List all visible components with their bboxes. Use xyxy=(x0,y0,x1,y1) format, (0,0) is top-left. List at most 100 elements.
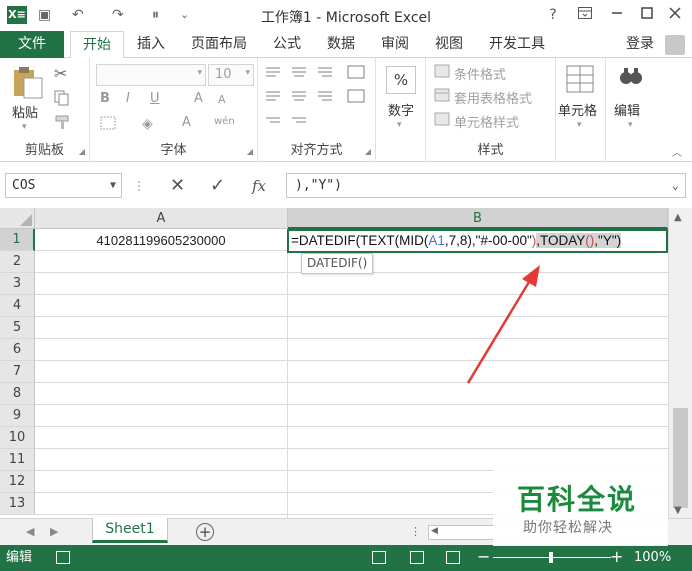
row-gridline xyxy=(35,404,668,405)
scroll-thumb[interactable] xyxy=(673,408,688,508)
cells-dropdown-icon[interactable]: ▾ xyxy=(577,120,582,130)
tab-page-layout[interactable]: 页面布局 xyxy=(183,31,255,58)
fill-color-icon[interactable]: ◈ xyxy=(142,116,153,132)
format-as-table-icon[interactable] xyxy=(434,88,450,106)
alignment-buttons-icon[interactable] xyxy=(264,64,370,132)
number-dropdown-icon[interactable]: ▾ xyxy=(397,120,402,130)
shrink-font-button[interactable]: A xyxy=(218,93,226,106)
vertical-scrollbar[interactable]: ▲ ▼ xyxy=(668,208,692,518)
grow-font-button[interactable]: A xyxy=(194,91,203,106)
row-header-8[interactable]: 8 xyxy=(0,383,35,405)
minimize-icon[interactable] xyxy=(606,5,628,25)
row-header-2[interactable]: 2 xyxy=(0,251,35,273)
page-break-preview-icon[interactable] xyxy=(446,551,460,564)
select-all-button[interactable] xyxy=(0,208,35,229)
font-name-select[interactable]: ▾ xyxy=(96,64,206,86)
bold-button[interactable]: B xyxy=(100,91,110,106)
tab-file[interactable]: 文件 xyxy=(0,31,64,58)
function-tooltip[interactable]: DATEDIF() xyxy=(301,253,374,274)
cut-icon[interactable]: ✂ xyxy=(54,64,67,83)
tab-review[interactable]: 审阅 xyxy=(374,31,416,58)
normal-view-icon[interactable] xyxy=(372,551,386,564)
cell-b1-editing[interactable]: =DATEDIF(TEXT(MID(A1,7,8),"#-00-00"),TOD… xyxy=(287,229,668,253)
tab-view[interactable]: 视图 xyxy=(428,31,470,58)
row-header-12[interactable]: 12 xyxy=(0,471,35,493)
paste-icon[interactable] xyxy=(12,66,44,99)
font-launcher-icon[interactable]: ◢ xyxy=(247,147,253,156)
scroll-up-icon[interactable]: ▲ xyxy=(674,212,682,223)
tab-data[interactable]: 数据 xyxy=(320,31,362,58)
underline-button[interactable]: U xyxy=(150,91,160,106)
sheet-tab-sheet1[interactable]: Sheet1 xyxy=(92,518,168,543)
expand-formula-bar-icon[interactable]: ⌄ xyxy=(672,174,679,197)
zoom-out-button[interactable]: − xyxy=(477,547,490,566)
borders-icon[interactable] xyxy=(100,116,116,134)
previous-sheet-icon[interactable]: ◀ xyxy=(26,525,34,538)
help-icon[interactable]: ? xyxy=(542,5,564,25)
column-header-a[interactable]: A xyxy=(35,208,288,229)
tab-formulas[interactable]: 公式 xyxy=(266,31,308,58)
cell-a1[interactable]: 410281199605230000 xyxy=(35,230,287,252)
font-size-select[interactable]: 10 ▾ xyxy=(208,64,254,86)
number-format-icon[interactable]: % xyxy=(386,66,416,94)
row-header-5[interactable]: 5 xyxy=(0,317,35,339)
format-as-table-button[interactable]: 套用表格格式 xyxy=(454,88,532,107)
tab-home[interactable]: 开始 xyxy=(70,31,124,59)
row-header-10[interactable]: 10 xyxy=(0,427,35,449)
row-header-13[interactable]: 13 xyxy=(0,493,35,515)
zoom-level[interactable]: 100% xyxy=(634,545,671,571)
row-header-9[interactable]: 9 xyxy=(0,405,35,427)
find-icon[interactable] xyxy=(616,64,648,94)
row-header-7[interactable]: 7 xyxy=(0,361,35,383)
cells-icon[interactable] xyxy=(565,64,597,94)
add-sheet-button[interactable]: + xyxy=(196,523,214,541)
tab-split-grip-icon[interactable]: ⋮ xyxy=(410,525,421,538)
formula-input[interactable]: ),"Y") ⌄ xyxy=(286,173,686,198)
collapse-ribbon-icon[interactable]: ︿ xyxy=(672,144,682,159)
editing-label[interactable]: 编辑 xyxy=(614,100,640,119)
row-header-6[interactable]: 6 xyxy=(0,339,35,361)
tab-insert[interactable]: 插入 xyxy=(130,31,172,58)
scroll-left-icon[interactable]: ◀ xyxy=(431,526,438,536)
maximize-icon[interactable] xyxy=(636,5,658,25)
zoom-in-button[interactable]: + xyxy=(610,547,623,566)
cell-styles-icon[interactable] xyxy=(434,112,450,130)
tab-developer[interactable]: 开发工具 xyxy=(482,31,552,58)
cells-label[interactable]: 单元格 xyxy=(558,100,597,119)
row-header-1[interactable]: 1 xyxy=(0,229,35,251)
italic-button[interactable]: I xyxy=(126,91,130,106)
close-icon[interactable] xyxy=(664,5,686,25)
name-box[interactable]: COS ▼ xyxy=(5,173,122,198)
user-icon[interactable] xyxy=(665,35,685,55)
editing-dropdown-icon[interactable]: ▾ xyxy=(628,120,633,130)
paste-label[interactable]: 粘贴 xyxy=(12,102,38,121)
row-header-11[interactable]: 11 xyxy=(0,449,35,471)
column-header-b[interactable]: B xyxy=(288,208,668,229)
row-header-3[interactable]: 3 xyxy=(0,273,35,295)
cancel-button[interactable]: ✕ xyxy=(170,177,185,195)
ribbon-display-options-icon[interactable] xyxy=(574,5,596,25)
macro-recording-icon[interactable] xyxy=(56,551,70,564)
conditional-format-button[interactable]: 条件格式 xyxy=(454,64,506,83)
formula-input-text: ),"Y") xyxy=(295,178,342,193)
conditional-format-icon[interactable] xyxy=(434,64,450,82)
alignment-launcher-icon[interactable]: ◢ xyxy=(365,147,371,156)
sign-in-link[interactable]: 登录 xyxy=(626,31,654,58)
next-sheet-icon[interactable]: ▶ xyxy=(50,525,58,538)
row-header-4[interactable]: 4 xyxy=(0,295,35,317)
zoom-slider-handle[interactable] xyxy=(549,552,553,563)
font-color-button[interactable]: A xyxy=(182,115,191,130)
font-group-label: 字体 xyxy=(160,143,187,158)
number-format-label[interactable]: 数字 xyxy=(388,100,414,119)
paste-dropdown-icon[interactable]: ▾ xyxy=(22,122,27,132)
cell-styles-button[interactable]: 单元格样式 xyxy=(454,112,519,131)
page-layout-view-icon[interactable] xyxy=(410,551,424,564)
clipboard-launcher-icon[interactable]: ◢ xyxy=(79,147,85,156)
copy-icon[interactable] xyxy=(54,90,70,110)
phonetic-guide-button[interactable]: wén xyxy=(214,116,235,127)
format-painter-icon[interactable] xyxy=(54,114,70,134)
chevron-down-icon[interactable]: ▼ xyxy=(110,174,116,197)
insert-function-button[interactable]: fx xyxy=(252,178,266,194)
enter-button[interactable]: ✓ xyxy=(210,177,225,195)
scroll-down-icon[interactable]: ▼ xyxy=(674,505,682,516)
